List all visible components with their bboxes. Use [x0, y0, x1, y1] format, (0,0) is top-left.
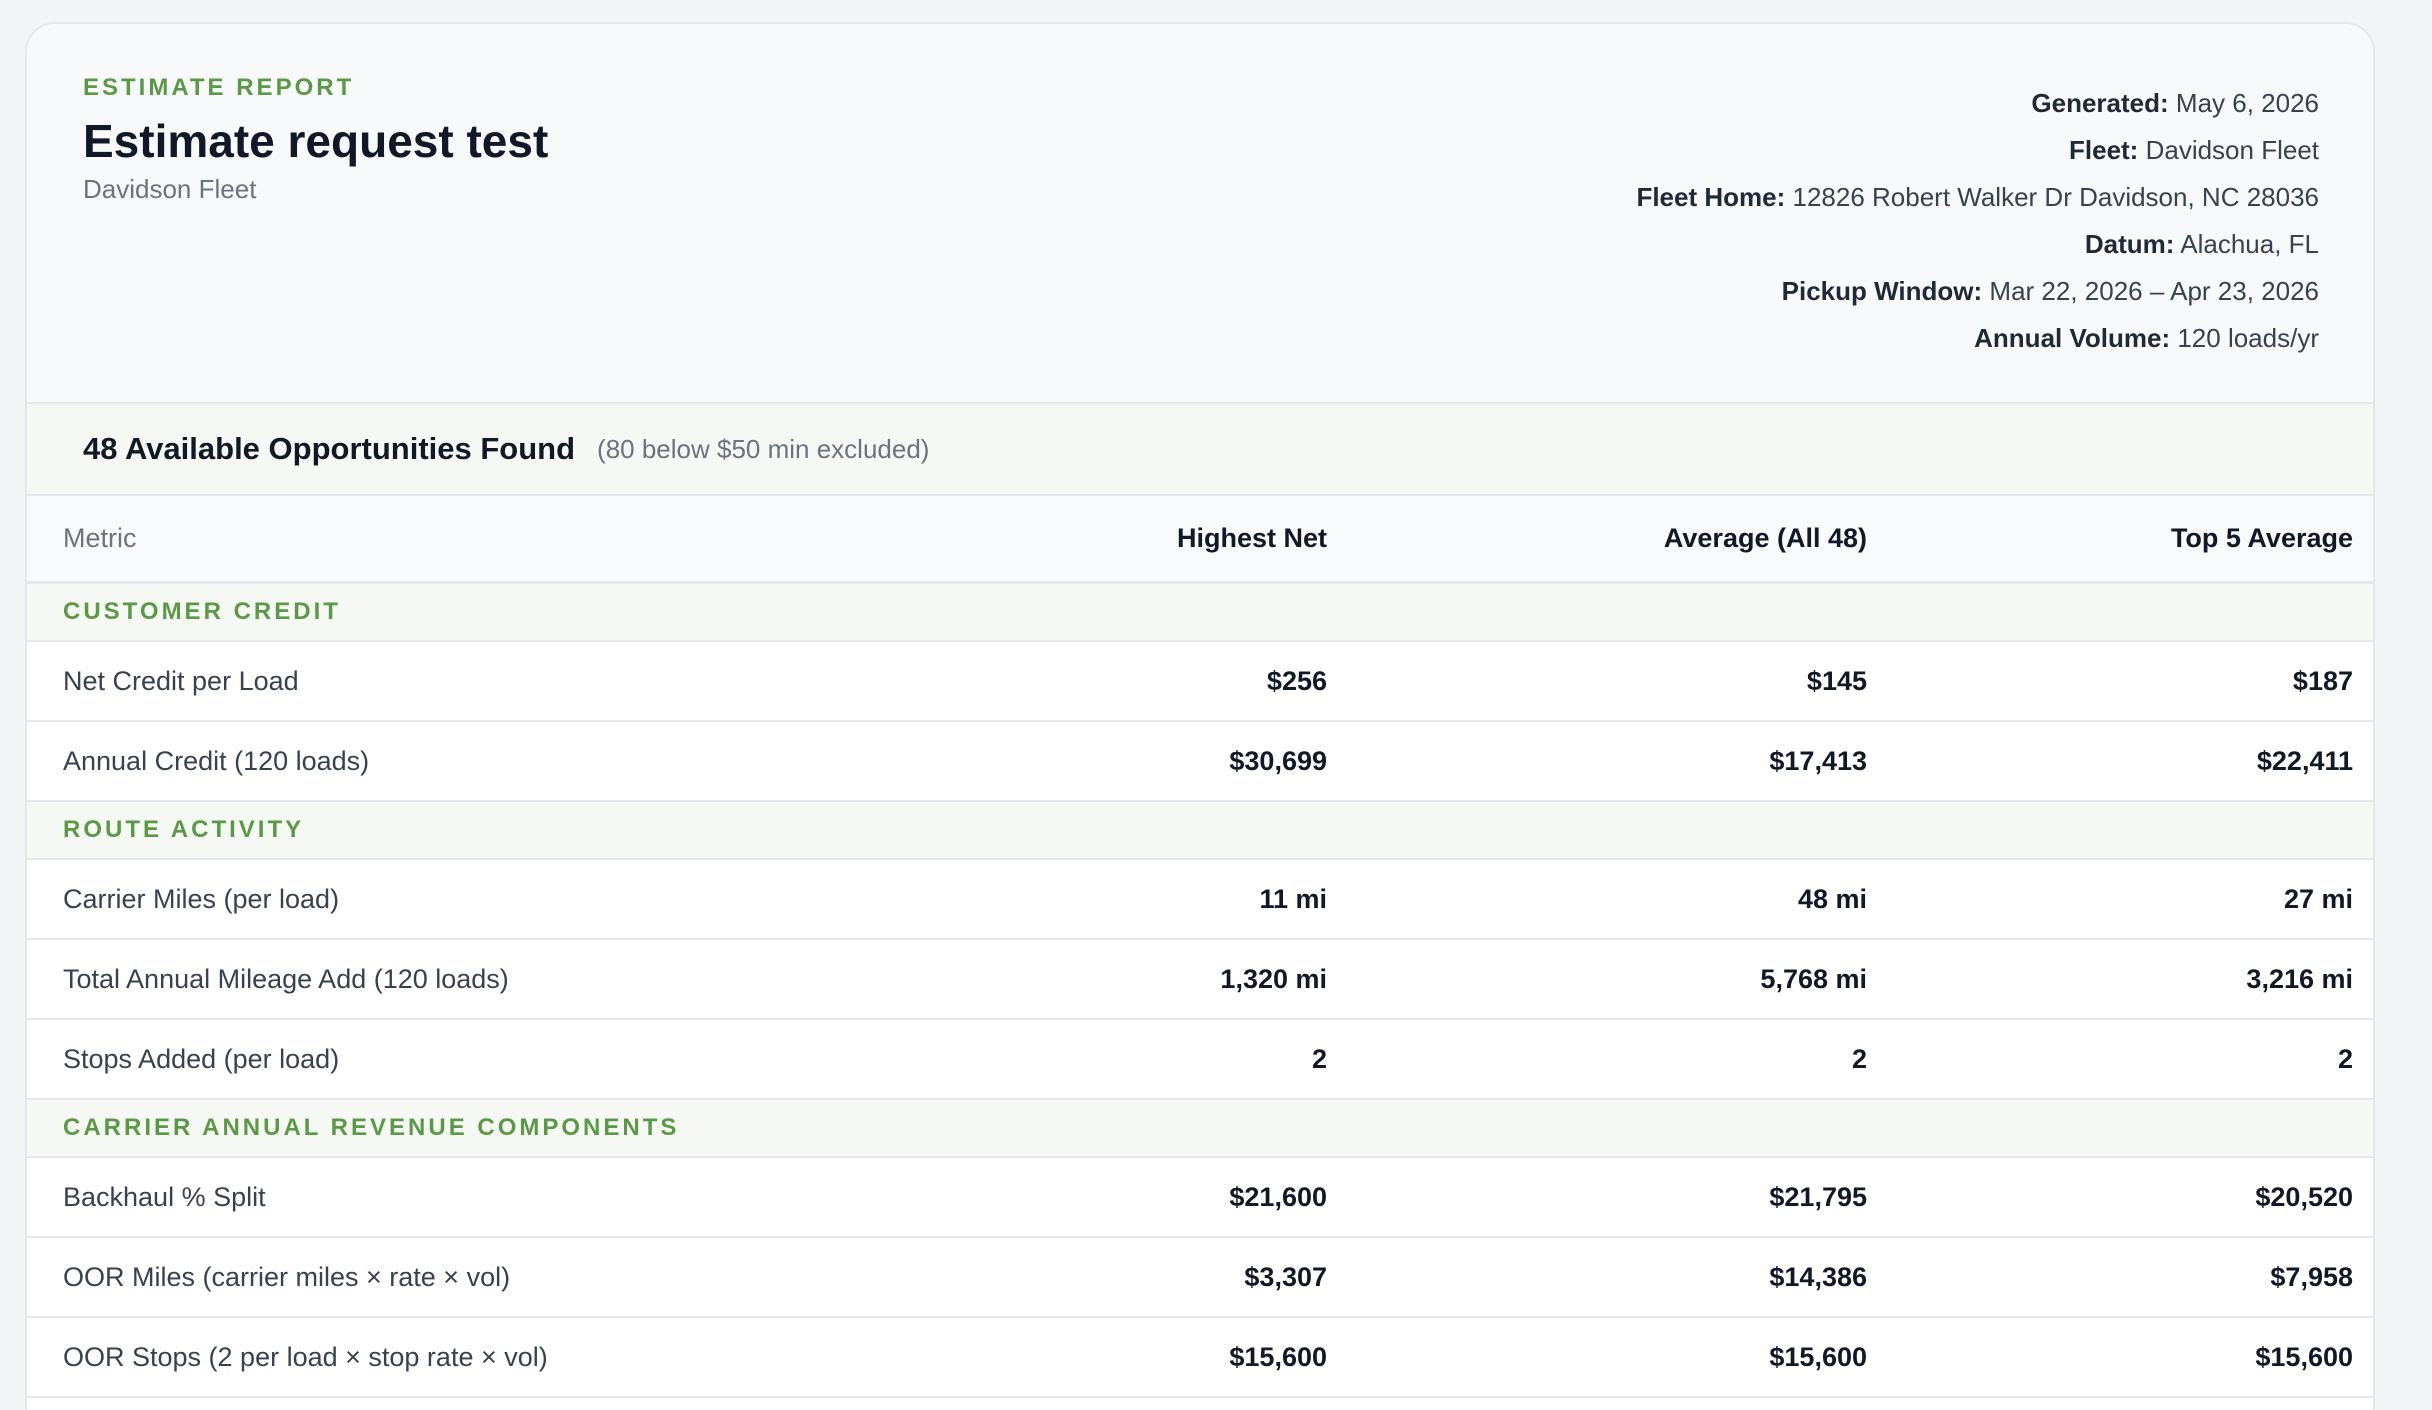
opportunities-summary: 48 Available Opportunities Found (80 bel…	[27, 404, 2373, 496]
table-row: OOR Stops (2 per load × stop rate × vol)…	[27, 1318, 2373, 1398]
row-highest-net: 1,320 mi	[1220, 963, 1327, 994]
metrics-table: Metric Highest Net Average (All 48) Top …	[27, 496, 2373, 1398]
row-metric: OOR Stops (2 per load × stop rate × vol)	[63, 1341, 548, 1372]
row-metric: Net Credit per Load	[63, 665, 299, 696]
row-top5: $20,520	[2255, 1181, 2353, 1212]
row-average: $15,600	[1769, 1341, 1867, 1372]
report-header: ESTIMATE REPORT Estimate request test Da…	[27, 24, 2373, 404]
row-top5: 27 mi	[2283, 883, 2353, 914]
row-metric: Stops Added (per load)	[63, 1043, 340, 1074]
section-route-activity: ROUTE ACTIVITY	[27, 802, 2373, 860]
meta-generated: Generated: May 6, 2026	[1636, 80, 2319, 127]
table-row: Annual Credit (120 loads) $30,699 $17,41…	[27, 722, 2373, 802]
row-average: $21,795	[1769, 1181, 1867, 1212]
section-carrier-revenue: CARRIER ANNUAL REVENUE COMPONENTS	[27, 1100, 2373, 1158]
row-highest-net: $256	[1266, 665, 1327, 696]
meta-annual-volume: Annual Volume: 120 loads/yr	[1636, 315, 2319, 362]
row-metric: OOR Miles (carrier miles × rate × vol)	[63, 1261, 511, 1292]
report-kicker: ESTIMATE REPORT	[83, 74, 355, 101]
row-average: $14,386	[1769, 1261, 1867, 1292]
meta-pickup-window: Pickup Window: Mar 22, 2026 – Apr 23, 20…	[1636, 268, 2319, 315]
table-row: Backhaul % Split $21,600 $21,795 $20,520	[27, 1158, 2373, 1238]
table-row: OOR Miles (carrier miles × rate × vol) $…	[27, 1238, 2373, 1318]
row-top5: 2	[2337, 1043, 2353, 1074]
row-average: 48 mi	[1797, 883, 1867, 914]
row-metric: Carrier Miles (per load)	[63, 883, 340, 914]
row-average: $17,413	[1769, 745, 1867, 776]
column-header-average: Average (All 48)	[1663, 523, 1867, 553]
row-top5: $15,600	[2255, 1341, 2353, 1372]
row-metric: Backhaul % Split	[63, 1181, 266, 1212]
row-top5: $187	[2292, 665, 2353, 696]
row-metric: Annual Credit (120 loads)	[63, 745, 370, 776]
opportunities-count: 48 Available Opportunities Found	[83, 431, 576, 466]
meta-label: Annual Volume:	[1974, 323, 2171, 353]
row-highest-net: $15,600	[1229, 1341, 1327, 1372]
column-header-metric: Metric	[63, 523, 137, 553]
estimate-report-card: ESTIMATE REPORT Estimate request test Da…	[25, 22, 2375, 1410]
meta-fleet-home: Fleet Home: 12826 Robert Walker Dr David…	[1636, 174, 2319, 221]
table-row: Total Annual Mileage Add (120 loads) 1,3…	[27, 940, 2373, 1020]
page-subtitle: Davidson Fleet	[83, 174, 257, 204]
page-title: Estimate request test	[83, 115, 549, 167]
meta-value: Alachua, FL	[2180, 229, 2319, 259]
column-header-top5: Top 5 Average	[2170, 523, 2353, 553]
meta-value: 12826 Robert Walker Dr Davidson, NC 2803…	[1792, 182, 2319, 212]
row-highest-net: $3,307	[1244, 1261, 1327, 1292]
table-row: Net Credit per Load $256 $145 $187	[27, 642, 2373, 722]
meta-value: 120 loads/yr	[2177, 323, 2319, 353]
row-average: 5,768 mi	[1760, 963, 1867, 994]
meta-value: Davidson Fleet	[2145, 135, 2319, 165]
row-top5: 3,216 mi	[2246, 963, 2353, 994]
report-meta: Generated: May 6, 2026 Fleet: Davidson F…	[1636, 80, 2319, 362]
row-average: $145	[1806, 665, 1867, 696]
table-row: Stops Added (per load) 2 2 2	[27, 1020, 2373, 1100]
table-row: Carrier Miles (per load) 11 mi 48 mi 27 …	[27, 860, 2373, 940]
opportunities-excluded-note: (80 below $50 min excluded)	[597, 433, 930, 464]
meta-label: Generated:	[2031, 88, 2169, 118]
row-highest-net: 11 mi	[1259, 883, 1327, 914]
meta-value: Mar 22, 2026 – Apr 23, 2026	[1989, 276, 2319, 306]
row-top5: $22,411	[2256, 745, 2353, 776]
meta-label: Fleet:	[2069, 135, 2139, 165]
row-top5: $7,958	[2270, 1261, 2353, 1292]
row-highest-net: 2	[1311, 1043, 1327, 1074]
row-metric: Total Annual Mileage Add (120 loads)	[63, 963, 509, 994]
meta-label: Datum:	[2084, 229, 2175, 259]
row-highest-net: $30,699	[1229, 745, 1327, 776]
row-average: 2	[1851, 1043, 1867, 1074]
meta-fleet: Fleet: Davidson Fleet	[1636, 127, 2319, 174]
section-customer-credit: CUSTOMER CREDIT	[27, 584, 2373, 642]
column-header-highest-net: Highest Net	[1176, 523, 1327, 553]
meta-value: May 6, 2026	[2175, 88, 2319, 118]
meta-datum: Datum: Alachua, FL	[1636, 221, 2319, 268]
meta-label: Fleet Home:	[1636, 182, 1786, 212]
meta-label: Pickup Window:	[1781, 276, 1983, 306]
table-header: Metric Highest Net Average (All 48) Top …	[27, 496, 2373, 584]
row-highest-net: $21,600	[1229, 1181, 1327, 1212]
